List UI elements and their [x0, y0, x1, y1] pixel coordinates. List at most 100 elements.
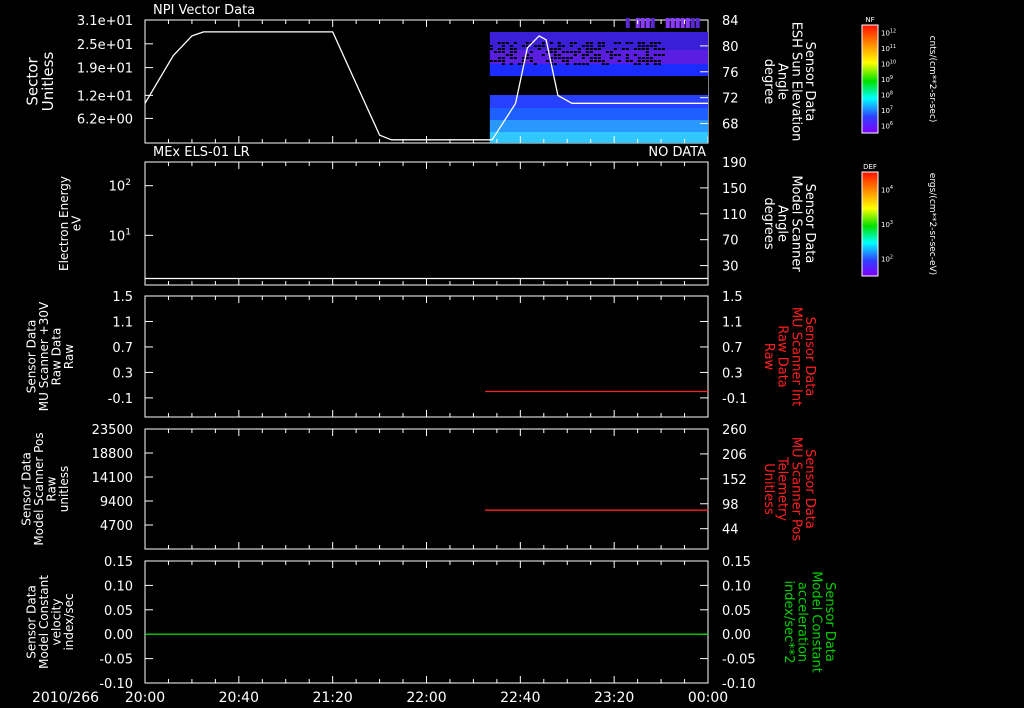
- y-tick-label: 23500: [92, 423, 133, 438]
- spectrogram-cell: [521, 45, 525, 47]
- y-tick-label: -0.1: [108, 392, 133, 407]
- spectrogram-cell: [553, 54, 557, 56]
- spectrogram-cell: [625, 57, 629, 59]
- spectrogram-cell: [569, 51, 573, 53]
- spectrogram-cell: [509, 48, 513, 50]
- x-tick-label: 21:20: [312, 690, 352, 706]
- spectrogram-cell: [537, 45, 541, 47]
- spectrogram-cell: [569, 57, 573, 59]
- spectrogram-cell: [589, 60, 593, 62]
- spectrogram-cell: [533, 45, 537, 47]
- spectrogram-cell: [509, 51, 513, 53]
- y-tick-label: 0.10: [104, 579, 133, 594]
- spectrogram-cell: [593, 48, 597, 50]
- colorbar-title: NF: [865, 16, 874, 24]
- x-tick-label: 00:00: [688, 690, 728, 706]
- y-tick-label: 4700: [100, 519, 133, 534]
- spectrogram-cell: [557, 48, 561, 50]
- spectrogram-cell: [633, 48, 637, 50]
- colorbar-unit-label: ergs/(cm**2-sr-sec-eV): [927, 173, 937, 275]
- spectrogram-cell: [553, 63, 557, 65]
- spectrogram-cell: [585, 45, 589, 47]
- spectrogram-cell: [629, 42, 633, 44]
- spectrogram-cell: [625, 60, 629, 62]
- spectrogram-cell: [625, 48, 629, 50]
- spectrogram-cell: [497, 42, 501, 44]
- spectrogram-cell: [577, 51, 581, 53]
- spectrogram-cell: [617, 54, 621, 56]
- colorbar-tick-label: 104: [881, 185, 893, 194]
- colorbars: NF 1012 1011 1010 109 108 107 106 cnts/(cm**2-sr…: [861, 16, 937, 277]
- spectrogram-cell: [565, 63, 569, 65]
- panel-3: 1.5 1.1 0.7 0.3 -0.1 1.5 1.1 0.7 0.3 -0.1 Sensor D…: [24, 290, 817, 418]
- spectrogram-cell: [649, 42, 653, 44]
- spectrogram-cell: [573, 51, 577, 53]
- spectrogram-cell: [645, 54, 649, 56]
- y2-tick-label: -0.1: [722, 392, 747, 407]
- colorbar-tick-label: 102: [881, 255, 893, 264]
- y-axis-label: SectorUnitless: [23, 52, 57, 112]
- spectrogram-cell: [501, 42, 505, 44]
- panel-frame: [144, 161, 709, 286]
- spectrogram-cell: [581, 63, 585, 65]
- spectrogram-cell: [637, 57, 641, 59]
- spectrogram-cell: [645, 18, 650, 28]
- time-axis: 20:00 20:40 21:20 22:00 22:40 23:20 00:00 2010/…: [32, 690, 728, 706]
- colorbar-scale: [861, 171, 879, 277]
- spectrogram-cell: [605, 63, 609, 65]
- panel-1: 3.1e+01 2.5e+01 1.9e+01 1.2e+01 6.2e+00 84 80 7…: [23, 3, 817, 144]
- colorbar-tick-label: 108: [881, 90, 893, 99]
- colorbar-tick-label: 1010: [881, 59, 896, 68]
- spectrogram-cell: [657, 63, 661, 65]
- spectrogram-cell: [657, 60, 661, 62]
- y-axis-label: Sensor DataModel Scanner PosRawunitless: [19, 432, 71, 545]
- spectrogram-band: [489, 95, 708, 108]
- y2-tick-label: 30: [722, 260, 739, 275]
- spectrogram-cell: [601, 60, 605, 62]
- spectrogram-cell: [545, 60, 549, 62]
- y-tick-label: 0.3: [112, 366, 133, 381]
- colorbar-title: DEF: [863, 163, 877, 171]
- spectrogram-cell: [557, 42, 561, 44]
- y-tick-label: 1.2e+01: [77, 89, 133, 104]
- spectrogram-cell: [585, 42, 589, 44]
- spectrogram-cell: [589, 51, 593, 53]
- spectrogram-cell: [561, 51, 565, 53]
- spectrogram-cell: [613, 54, 617, 56]
- spectrogram-cell: [633, 63, 637, 65]
- spectrogram-cell: [653, 60, 657, 62]
- spectrogram-cell: [593, 54, 597, 56]
- x-tick-label: 22:00: [406, 690, 446, 706]
- spectrogram-cell: [649, 45, 653, 47]
- spectrogram-cell: [525, 57, 529, 59]
- panel-title: NPI Vector Data: [153, 3, 255, 18]
- spectrogram-cell: [501, 60, 505, 62]
- spectrogram-cell: [533, 63, 537, 65]
- spectrogram-cell: [690, 18, 695, 28]
- y2-tick-label: 150: [722, 182, 747, 197]
- spectrogram-cell: [585, 54, 589, 56]
- y2-tick-label: 110: [722, 208, 747, 223]
- y2-tick-label: 0.05: [722, 604, 751, 619]
- y2-axis-label: Sensor DataMU Scanner IntRaw DataRaw: [761, 307, 817, 406]
- spectrogram-cell: [577, 63, 581, 65]
- spectrogram-cell: [675, 18, 680, 28]
- spectrogram-cell: [629, 60, 633, 62]
- spectrogram-cell: [640, 18, 645, 28]
- y2-tick-label: 0.15: [722, 555, 751, 570]
- spectrogram-cell: [573, 54, 577, 56]
- spectrogram-cell: [597, 57, 601, 59]
- spectrogram-cell: [501, 48, 505, 50]
- y-tick-label: 102: [109, 178, 131, 195]
- spectrogram-cell: [670, 18, 675, 28]
- panel-frame: [144, 295, 709, 418]
- spectrogram-cell: [501, 45, 505, 47]
- spectrogram-cell: [625, 18, 630, 28]
- spectrogram-cell: [617, 42, 621, 44]
- spectrogram-cell: [613, 42, 617, 44]
- x-tick-label: 23:20: [594, 690, 634, 706]
- y2-tick-label: 44: [722, 523, 739, 538]
- spectrogram-cell: [525, 42, 529, 44]
- spectrogram-cell: [657, 54, 661, 56]
- spectrogram-cell: [581, 45, 585, 47]
